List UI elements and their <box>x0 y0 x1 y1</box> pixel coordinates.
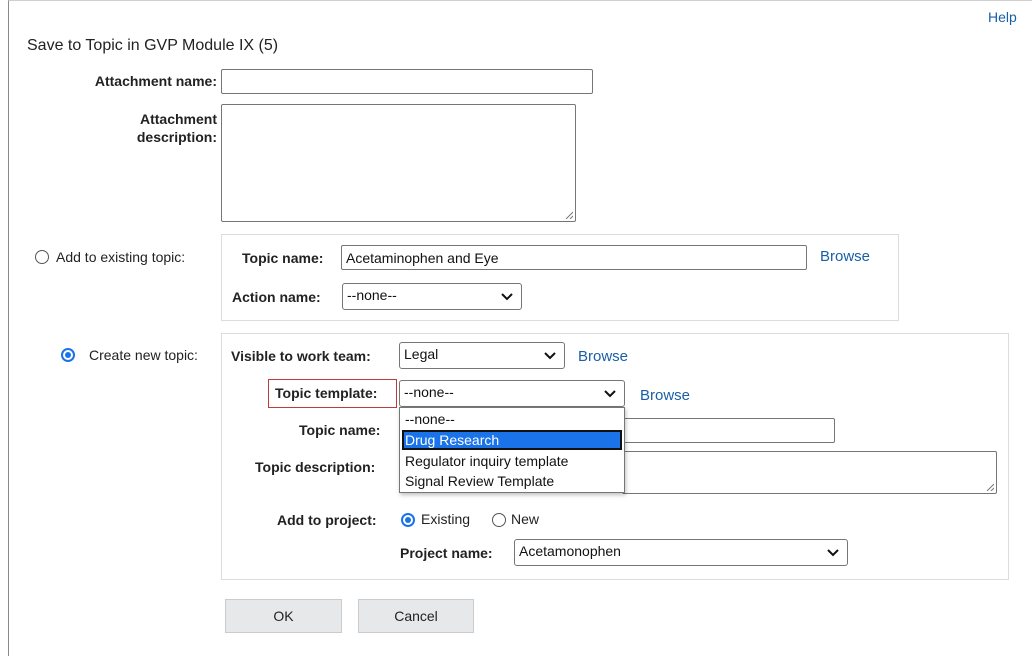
existing-topic-radio-label: Add to existing topic: <box>56 249 186 265</box>
ok-button[interactable]: OK <box>225 599 342 633</box>
project-name-select[interactable]: Acetamonophen <box>514 539 848 566</box>
attachment-description-textarea[interactable] <box>221 104 576 222</box>
topic-template-label: Topic template: <box>275 385 378 401</box>
project-name-label: Project name: <box>400 545 493 561</box>
topic-description-textarea[interactable] <box>622 451 997 494</box>
chevron-down-icon <box>544 351 556 359</box>
action-name-label: Action name: <box>232 289 321 305</box>
attachment-description-label: Attachment description: <box>137 110 217 146</box>
attachment-description-label-line1: Attachment <box>139 111 217 127</box>
resize-grip-icon[interactable] <box>986 483 994 491</box>
chevron-down-icon <box>501 292 513 300</box>
project-new-radio[interactable] <box>492 513 506 527</box>
project-existing-label: Existing <box>421 511 471 527</box>
attachment-name-label: Attachment name: <box>94 73 217 89</box>
topic-template-select[interactable]: --none-- <box>399 380 625 407</box>
attachment-description-label-line2: description: <box>136 129 217 145</box>
project-new-label: New <box>511 511 540 527</box>
dropdown-option[interactable]: Regulator inquiry template <box>402 451 622 471</box>
visible-team-value: Legal <box>404 346 439 362</box>
existing-topic-name-input[interactable] <box>341 245 807 270</box>
cancel-button[interactable]: Cancel <box>358 599 474 633</box>
new-topic-name-input[interactable] <box>622 418 835 443</box>
chevron-down-icon <box>827 548 839 556</box>
dropdown-option-selected[interactable]: Drug Research <box>402 430 622 450</box>
visible-team-label: Visible to work team: <box>231 348 371 364</box>
visible-team-browse-link[interactable]: Browse <box>578 348 628 365</box>
action-name-select[interactable]: --none-- <box>342 283 522 310</box>
dialog-title: Save to Topic in GVP Module IX (5) <box>27 37 279 54</box>
existing-topic-radio[interactable] <box>35 250 49 264</box>
action-name-value: --none-- <box>347 287 397 303</box>
existing-topic-name-label: Topic name: <box>242 250 324 266</box>
topic-template-dropdown[interactable]: --none-- Drug Research Regulator inquiry… <box>399 407 625 493</box>
new-topic-radio-label: Create new topic: <box>89 347 198 363</box>
existing-topic-browse-link[interactable]: Browse <box>820 248 870 265</box>
add-to-project-label: Add to project: <box>277 512 377 528</box>
topic-description-label: Topic description: <box>255 459 376 475</box>
dropdown-option[interactable]: --none-- <box>402 409 622 429</box>
attachment-name-input[interactable] <box>221 69 593 94</box>
resize-grip-icon[interactable] <box>565 211 573 219</box>
project-existing-radio[interactable] <box>401 513 415 527</box>
dropdown-option[interactable]: Signal Review Template <box>402 471 622 491</box>
chevron-down-icon <box>604 389 616 397</box>
topic-template-browse-link[interactable]: Browse <box>640 387 690 404</box>
new-topic-radio[interactable] <box>61 348 75 362</box>
topic-template-value: --none-- <box>404 384 454 400</box>
help-link[interactable]: Help <box>988 9 1017 25</box>
new-topic-name-label: Topic name: <box>299 422 381 438</box>
project-name-value: Acetamonophen <box>519 543 621 559</box>
visible-team-select[interactable]: Legal <box>399 342 565 369</box>
